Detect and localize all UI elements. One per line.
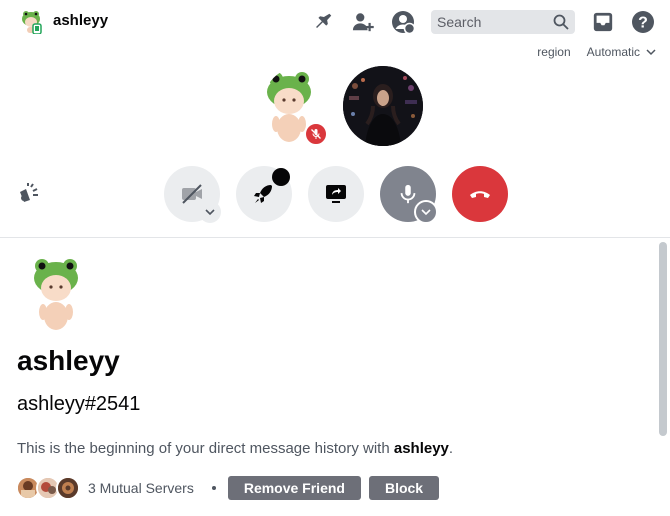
mic-options-button[interactable]	[414, 200, 438, 224]
activity-indicator-dot	[272, 168, 290, 186]
mic-muted-icon	[311, 129, 321, 139]
mutual-server-icon[interactable]	[56, 476, 80, 500]
rocket-icon	[254, 185, 272, 203]
profile-display-name: ashleyy	[17, 345, 120, 376]
mutual-servers-link[interactable]: 3 Mutual Servers	[88, 480, 194, 496]
disconnect-button[interactable]	[452, 166, 508, 222]
separator-dot	[211, 486, 216, 490]
participant-avatar-photo[interactable]	[343, 66, 423, 146]
participant-avatar-self[interactable]	[262, 66, 342, 146]
microphone-icon	[400, 184, 416, 204]
region-dropdown[interactable]: Automatic	[587, 45, 656, 59]
soundboard-icon[interactable]	[17, 181, 41, 205]
intro-prefix: This is the beginning of your direct mes…	[17, 440, 394, 457]
add-friend-icon[interactable]	[351, 10, 375, 34]
chevron-down-icon	[646, 49, 656, 56]
muted-badge	[304, 122, 328, 146]
camera-options-button[interactable]	[199, 201, 221, 223]
search-icon	[553, 14, 569, 30]
hang-up-icon	[470, 191, 490, 198]
region-label: region	[537, 45, 571, 59]
dm-call-window: ashleyy ? region Automatic	[0, 0, 670, 516]
region-selector: region Automatic	[537, 45, 656, 59]
profile-username-tag: ashleyy#2541	[17, 393, 141, 415]
remove-friend-button[interactable]: Remove Friend	[227, 476, 361, 500]
intro-suffix: .	[448, 440, 454, 457]
message-area	[0, 239, 670, 516]
intro-username: ashleyy	[393, 440, 449, 457]
dm-intro-text: This is the beginning of your direct mes…	[17, 440, 453, 457]
camera-off-icon	[182, 184, 202, 204]
help-icon[interactable]: ?	[631, 10, 655, 34]
header-title: ashleyy	[53, 12, 109, 29]
profile-avatar[interactable]	[16, 256, 96, 336]
mutual-row: 3 Mutual Servers Remove Friend Block	[16, 476, 440, 500]
channel-header: ashleyy ?	[0, 0, 670, 44]
svg-text:?: ?	[638, 15, 648, 32]
block-button[interactable]: Block	[368, 476, 440, 500]
chevron-down-icon	[421, 209, 431, 216]
screen-share-button[interactable]	[308, 166, 364, 222]
inbox-icon[interactable]	[591, 10, 615, 34]
search-bar[interactable]	[431, 10, 575, 34]
search-input[interactable]	[437, 14, 547, 30]
header-avatar[interactable]	[20, 10, 42, 35]
scrollbar-thumb[interactable]	[659, 242, 667, 436]
profile-icon[interactable]	[391, 10, 415, 34]
region-value: Automatic	[586, 45, 640, 59]
screen-share-icon	[326, 185, 346, 203]
pin-icon[interactable]	[311, 10, 335, 34]
chevron-down-icon	[205, 209, 215, 216]
